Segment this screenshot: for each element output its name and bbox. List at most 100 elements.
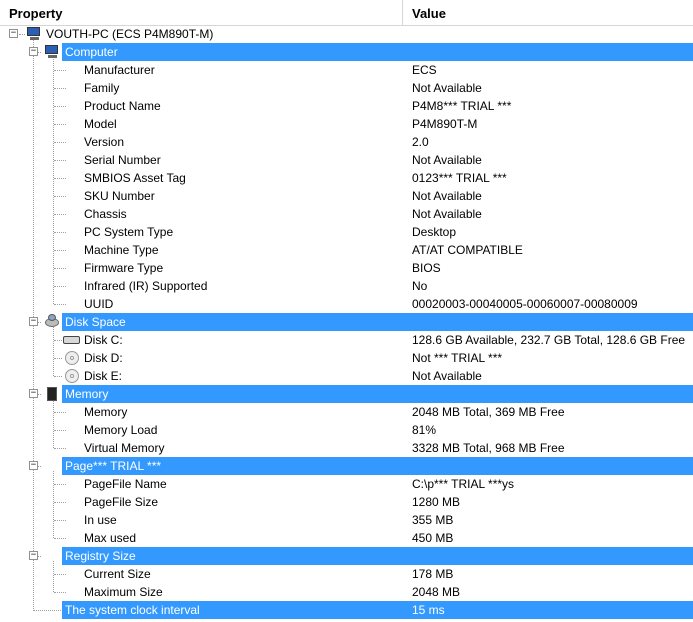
collapse-root-button[interactable]: − <box>9 29 18 38</box>
property-name: Current Size <box>84 567 151 581</box>
collapse-registry-button[interactable]: − <box>29 551 38 560</box>
property-row[interactable]: Chassis Not Available <box>0 205 693 223</box>
property-value: ECS <box>412 63 437 77</box>
tree-connector <box>54 592 66 593</box>
tree-connector <box>54 574 66 575</box>
tree-connector <box>54 520 66 521</box>
property-row[interactable]: Model P4M890T-M <box>0 115 693 133</box>
property-name: Max used <box>84 531 137 545</box>
tree-connector <box>54 412 66 413</box>
property-row[interactable]: PageFile Name C:\p*** TRIAL ***ys <box>0 475 693 493</box>
tree-root-row[interactable]: − VOUTH-PC (ECS P4M890T-M) <box>0 25 693 43</box>
property-row[interactable]: Disk E: Not Available <box>0 367 693 385</box>
computer-icon <box>26 27 42 41</box>
property-name: Disk D: <box>84 351 123 365</box>
property-value: 00020003-00040005-00060007-00080009 <box>412 297 638 311</box>
property-value: 450 MB <box>412 531 454 545</box>
root-label: VOUTH-PC (ECS P4M890T-M) <box>46 27 214 41</box>
category-disk-space[interactable]: − Disk Space <box>0 313 693 331</box>
tree-connector <box>54 340 62 341</box>
tree-connector <box>54 124 66 125</box>
property-row[interactable]: Maximum Size 2048 MB <box>0 583 693 601</box>
property-value: Not Available <box>412 153 482 167</box>
selection-band <box>62 385 693 403</box>
property-row[interactable]: Disk C: 128.6 GB Available, 232.7 GB Tota… <box>0 331 693 349</box>
property-row[interactable]: Machine Type AT/AT COMPATIBLE <box>0 241 693 259</box>
property-row[interactable]: Infrared (IR) Supported No <box>0 277 693 295</box>
property-value: 81% <box>412 423 437 437</box>
property-name: Family <box>84 81 120 95</box>
collapse-computer-button[interactable]: − <box>29 47 38 56</box>
property-value: 2.0 <box>412 135 429 149</box>
category-computer[interactable]: − Computer <box>0 43 693 61</box>
property-row[interactable]: Family Not Available <box>0 79 693 97</box>
cd-drive-icon <box>64 368 80 384</box>
disk-space-icon <box>44 314 60 329</box>
collapse-memory-button[interactable]: − <box>29 389 38 398</box>
property-value: Desktop <box>412 225 457 239</box>
property-name: PC System Type <box>84 225 174 239</box>
tree-connector <box>54 106 66 107</box>
property-row[interactable]: SMBIOS Asset Tag 0123*** TRIAL *** <box>0 169 693 187</box>
property-value: Not Available <box>412 207 482 221</box>
property-row[interactable]: PC System Type Desktop <box>0 223 693 241</box>
property-value: 178 MB <box>412 567 454 581</box>
property-row[interactable]: SKU Number Not Available <box>0 187 693 205</box>
cd-drive-icon <box>64 350 80 366</box>
collapse-page-button[interactable]: − <box>29 461 38 470</box>
property-name: Firmware Type <box>84 261 164 275</box>
property-column-header[interactable]: Property <box>0 0 403 25</box>
tree-connector <box>54 286 66 287</box>
property-name: Memory <box>84 405 128 419</box>
selection-band <box>62 43 693 61</box>
tree-connector <box>54 142 66 143</box>
category-registry-size[interactable]: − Registry Size <box>0 547 693 565</box>
memory-chip-icon <box>44 386 60 402</box>
property-value: Not Available <box>412 81 482 95</box>
category-label: Memory <box>65 387 109 401</box>
property-name: In use <box>84 513 117 527</box>
tree-connector <box>54 250 66 251</box>
property-name: Manufacturer <box>84 63 155 77</box>
tree-connector <box>54 268 66 269</box>
property-name: Virtual Memory <box>84 441 165 455</box>
property-name: PageFile Size <box>84 495 159 509</box>
property-row[interactable]: Current Size 178 MB <box>0 565 693 583</box>
selection-band <box>62 547 693 565</box>
property-row[interactable]: Serial Number Not Available <box>0 151 693 169</box>
property-name: Product Name <box>84 99 161 113</box>
tree-connector <box>34 610 61 611</box>
property-value: BIOS <box>412 261 441 275</box>
tree-connector <box>54 214 66 215</box>
hard-drive-icon <box>63 332 81 348</box>
category-page[interactable]: − Page*** TRIAL *** <box>0 457 693 475</box>
property-name: Version <box>84 135 125 149</box>
value-column-header[interactable]: Value <box>403 0 693 25</box>
property-row[interactable]: Version 2.0 <box>0 133 693 151</box>
property-row[interactable]: In use 355 MB <box>0 511 693 529</box>
tree-connector <box>54 358 62 359</box>
collapse-disk-space-button[interactable]: − <box>29 317 38 326</box>
property-value: 355 MB <box>412 513 454 527</box>
property-row[interactable]: Memory 2048 MB Total, 369 MB Free <box>0 403 693 421</box>
tree-connector <box>54 70 66 71</box>
property-row[interactable]: Max used 450 MB <box>0 529 693 547</box>
property-row[interactable]: Firmware Type BIOS <box>0 259 693 277</box>
category-label: The system clock interval <box>65 603 200 617</box>
tree-connector <box>54 160 66 161</box>
tree-connector <box>54 448 66 449</box>
property-value: C:\p*** TRIAL ***ys <box>412 477 515 491</box>
property-row[interactable]: UUID 00020003-00040005-00060007-00080009 <box>0 295 693 313</box>
property-row[interactable]: PageFile Size 1280 MB <box>0 493 693 511</box>
category-system-clock[interactable]: The system clock interval 15 ms <box>0 601 693 619</box>
category-memory[interactable]: − Memory <box>0 385 693 403</box>
tree-connector <box>19 34 25 35</box>
property-value: 1280 MB <box>412 495 461 509</box>
property-row[interactable]: Virtual Memory 3328 MB Total, 968 MB Free <box>0 439 693 457</box>
property-value: 2048 MB <box>412 585 461 599</box>
property-row[interactable]: Product Name P4M8*** TRIAL *** <box>0 97 693 115</box>
property-tree: − VOUTH-PC (ECS P4M890T-M) − Computer Ma… <box>0 25 693 622</box>
property-row[interactable]: Memory Load 81% <box>0 421 693 439</box>
property-row[interactable]: Manufacturer ECS <box>0 61 693 79</box>
property-row[interactable]: Disk D: Not *** TRIAL *** <box>0 349 693 367</box>
